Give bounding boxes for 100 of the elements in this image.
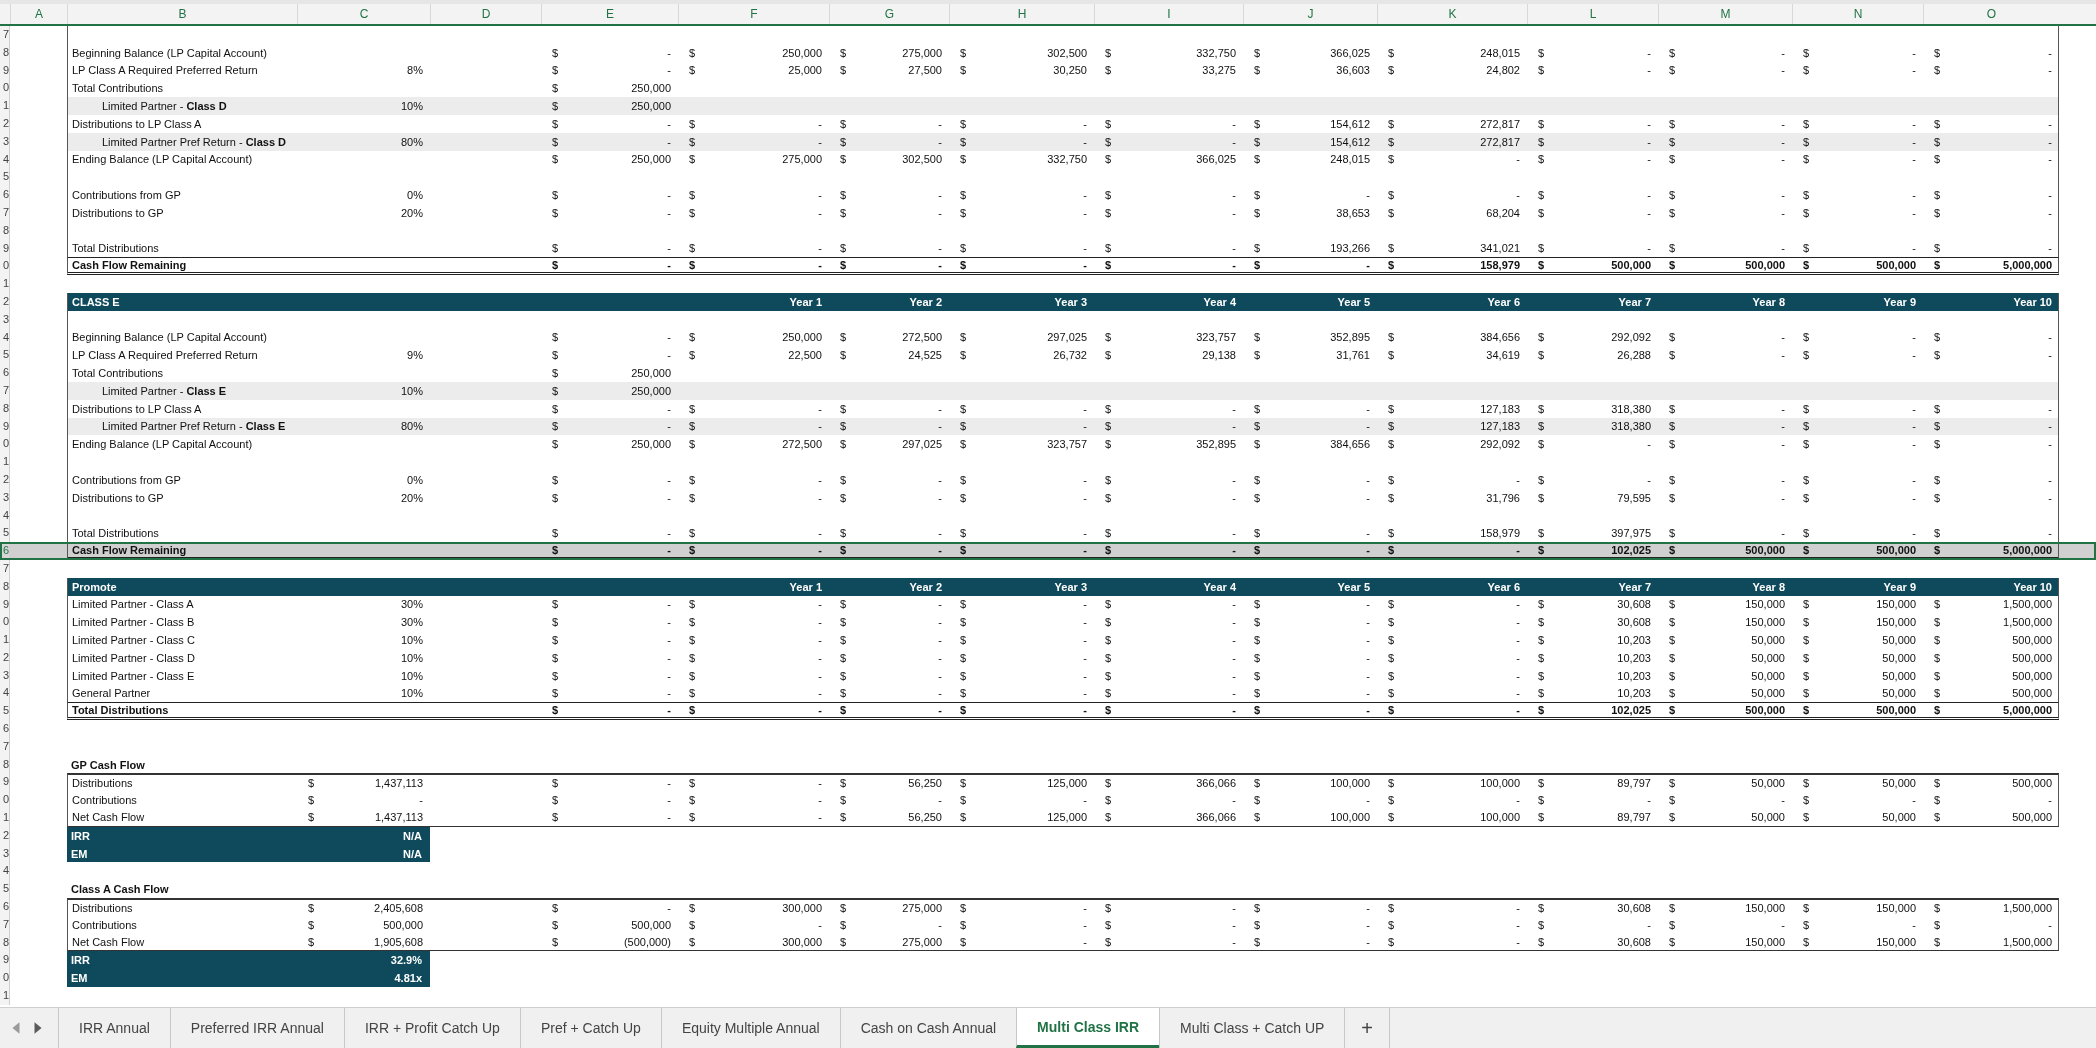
- row-number[interactable]: 4: [0, 328, 10, 347]
- row-number[interactable]: 1: [0, 631, 10, 649]
- sheet-row[interactable]: 1 Limited Partner - Class D 10% $ 250,000: [0, 97, 2096, 115]
- sheet-row[interactable]: 0 Ending Balance (LP Capital Account) $ 250,000 $ 272,500 $ 297,025 $ 323,757 $ 352,895 $ 384,656 $ 292,092 $ - $ - $ - $ -: [0, 435, 2096, 454]
- row-number[interactable]: 4: [0, 506, 10, 525]
- column-header[interactable]: F: [678, 4, 829, 24]
- column-header[interactable]: K: [1377, 4, 1527, 24]
- row-number[interactable]: 6: [0, 186, 10, 204]
- row-number[interactable]: 7: [0, 203, 10, 222]
- row-number[interactable]: 3: [0, 310, 10, 329]
- row-number[interactable]: 7: [0, 559, 10, 578]
- row-number[interactable]: 3: [0, 488, 10, 507]
- column-header[interactable]: I: [1094, 4, 1243, 24]
- row-number[interactable]: 5: [0, 524, 10, 543]
- row-number[interactable]: 8: [0, 755, 10, 774]
- column-header[interactable]: B: [67, 4, 297, 24]
- sheet-row[interactable]: 4 Beginning Balance (LP Capital Account) $ - $ 250,000 $ 272,500 $ 297,025 $ 323,757 $ 352,895 $ 384,656 $ 292,092 $ - $ - $ -: [0, 328, 2096, 347]
- sheet-row[interactable]: 1: [0, 987, 2096, 1005]
- sheet-row[interactable]: 1: [0, 275, 2096, 293]
- sheet-row[interactable]: 2 Contributions from GP 0% $ - $ - $ - $ - $ - $ - $ - $ - $ - $ - $ -: [0, 470, 2096, 489]
- sheet-row[interactable]: 3 Limited Partner - Class E 10% $ - $ - $ - $ - $ - $ - $ - $ 10,203 $ 50,000 $ 50,000 $ 500,000: [0, 666, 2096, 685]
- scroll-right-icon[interactable]: [32, 1021, 44, 1035]
- row-number[interactable]: 9: [0, 61, 10, 80]
- sheet-row[interactable]: 8: [0, 221, 2096, 240]
- row-number[interactable]: 3: [0, 666, 10, 685]
- row-number[interactable]: 6: [0, 898, 10, 916]
- column-header[interactable]: H: [949, 4, 1094, 24]
- sheet-row[interactable]: 6: [0, 720, 2096, 738]
- row-number[interactable]: 1: [0, 275, 10, 293]
- row-number[interactable]: 8: [0, 933, 10, 952]
- sheet-row[interactable]: 6 Total Contributions $ 250,000: [0, 364, 2096, 382]
- sheet-row[interactable]: 0 Contributions $ - $ - $ - $ - $ - $ - $ - $ - $ - $ - $ - $ -: [0, 791, 2096, 810]
- row-number[interactable]: 7: [0, 915, 10, 934]
- sheet-tab[interactable]: Multi Class IRR: [1016, 1008, 1159, 1048]
- row-number[interactable]: 7: [0, 381, 10, 400]
- sheet-tab[interactable]: Equity Multiple Annual: [660, 1008, 840, 1048]
- row-number[interactable]: 9: [0, 239, 10, 258]
- row-number[interactable]: 0: [0, 613, 10, 632]
- column-header[interactable]: O: [1923, 4, 2059, 24]
- row-number[interactable]: 0: [0, 969, 10, 988]
- sheet-row[interactable]: 4 General Partner 10% $ - $ - $ - $ - $ - $ - $ - $ 10,203 $ 50,000 $ 50,000 $ 500,000: [0, 684, 2096, 703]
- row-number[interactable]: 6: [0, 364, 10, 382]
- sheet-row[interactable]: 3 Distributions to GP 20% $ - $ - $ - $ - $ - $ - $ 31,796 $ 79,595 $ - $ - $ -: [0, 488, 2096, 507]
- sheet-row[interactable]: 0 Cash Flow Remaining $ - $ - $ - $ - $ - $ - $ 158,979 $ 500,000 $ 500,000 $ 500,000 $ 5,000,000: [0, 257, 2096, 276]
- sheet-row[interactable]: 8 Distributions to LP Class A $ - $ - $ - $ - $ - $ - $ 127,183 $ 318,380 $ - $ - $ -: [0, 399, 2096, 418]
- column-header[interactable]: C: [297, 4, 430, 24]
- sheet-row[interactable]: 1 Limited Partner - Class C 10% $ - $ - $ - $ - $ - $ - $ - $ 10,203 $ 50,000 $ 50,000 $ 500,000: [0, 631, 2096, 649]
- row-number[interactable]: 3: [0, 844, 10, 863]
- sheet-row[interactable]: 5 LP Class A Required Preferred Return 9% $ - $ 22,500 $ 24,525 $ 26,732 $ 29,138 $ 31,761 $ 34,619 $ 26,288 $ - $ - $ -: [0, 346, 2096, 365]
- row-number[interactable]: 5: [0, 168, 10, 187]
- row-number[interactable]: 9: [0, 773, 10, 792]
- row-number[interactable]: 9: [0, 417, 10, 436]
- column-header[interactable]: M: [1658, 4, 1792, 24]
- row-number[interactable]: 0: [0, 79, 10, 98]
- sheet-row[interactable]: 7: [0, 559, 2096, 578]
- row-number[interactable]: 0: [0, 791, 10, 810]
- sheet-tab[interactable]: Pref + Catch Up: [519, 1008, 661, 1048]
- column-header[interactable]: L: [1527, 4, 1658, 24]
- column-header[interactable]: A: [10, 4, 67, 24]
- sheet-row[interactable]: 9 Limited Partner Pref Return - Class E 80% $ - $ - $ - $ - $ - $ - $ 127,183 $ 318,380 $ - $ - $ -: [0, 417, 2096, 436]
- row-number[interactable]: 8: [0, 43, 10, 62]
- sheet-row[interactable]: 0 EM 4.81x: [0, 969, 2096, 988]
- row-number[interactable]: 1: [0, 987, 10, 1005]
- row-number[interactable]: 7: [0, 26, 10, 44]
- sheet-row[interactable]: 8 GP Cash Flow: [0, 755, 2096, 774]
- sheet-row[interactable]: 3 Limited Partner Pref Return - Class D 80% $ - $ - $ - $ - $ - $ 154,612 $ 272,817 $ - $ - $ - $ -: [0, 132, 2096, 151]
- column-header[interactable]: N: [1792, 4, 1923, 24]
- row-number[interactable]: 4: [0, 684, 10, 703]
- sheet-row[interactable]: 4 Ending Balance (LP Capital Account) $ 250,000 $ 275,000 $ 302,500 $ 332,750 $ 366,025 $ 248,015 $ - $ - $ - $ - $ -: [0, 150, 2096, 169]
- sheet-tab[interactable]: IRR Annual: [58, 1008, 170, 1048]
- row-number[interactable]: 1: [0, 809, 10, 827]
- row-number[interactable]: 1: [0, 97, 10, 115]
- sheet-tab[interactable]: Preferred IRR Annual: [169, 1008, 344, 1048]
- sheet-row[interactable]: 7: [0, 737, 2096, 756]
- row-number[interactable]: 6: [0, 720, 10, 738]
- row-number[interactable]: 7: [0, 737, 10, 756]
- row-number[interactable]: 4: [0, 150, 10, 169]
- sheet-row[interactable]: 3: [0, 310, 2096, 329]
- column-header[interactable]: E: [541, 4, 678, 24]
- sheet-row[interactable]: 2 Distributions to LP Class A $ - $ - $ - $ - $ - $ 154,612 $ 272,817 $ - $ - $ - $ -: [0, 115, 2096, 133]
- row-number[interactable]: 8: [0, 577, 10, 596]
- column-header[interactable]: J: [1243, 4, 1377, 24]
- row-number[interactable]: 2: [0, 826, 10, 845]
- row-number[interactable]: 4: [0, 862, 10, 881]
- sheet-row[interactable]: 8 Promote Year 1 Year 2 Year 3 Year 4 Year 5 Year 6 Year 7 Year 8 Year 9 Year 10: [0, 577, 2096, 596]
- sheet-row[interactable]: 8 Beginning Balance (LP Capital Account) $ - $ 250,000 $ 275,000 $ 302,500 $ 332,750 $ 366,025 $ 248,015 $ - $ - $ - $ -: [0, 43, 2096, 62]
- row-number[interactable]: 8: [0, 399, 10, 418]
- sheet-row[interactable]: 2 Limited Partner - Class D 10% $ - $ - $ - $ - $ - $ - $ - $ 10,203 $ 50,000 $ 50,000 $ 500,000: [0, 648, 2096, 667]
- row-number[interactable]: 2: [0, 115, 10, 133]
- sheet-row[interactable]: 6 Cash Flow Remaining $ - $ - $ - $ - $ - $ - $ - $ 102,025 $ 500,000 $ 500,000 $ 5,000,000: [0, 542, 2096, 560]
- row-number[interactable]: 8: [0, 221, 10, 240]
- sheet-row[interactable]: 7 Contributions $ 500,000 $ 500,000 $ - $ - $ - $ - $ - $ - $ - $ - $ - $ -: [0, 915, 2096, 934]
- sheet-row[interactable]: 6 Contributions from GP 0% $ - $ - $ - $ - $ - $ - $ - $ - $ - $ - $ -: [0, 186, 2096, 204]
- row-number[interactable]: 1: [0, 453, 10, 471]
- sheet-tab[interactable]: Multi Class + Catch UP: [1159, 1008, 1345, 1048]
- sheet-row[interactable]: 5: [0, 168, 2096, 187]
- row-number[interactable]: 3: [0, 132, 10, 151]
- row-number[interactable]: 6: [0, 542, 10, 560]
- row-number[interactable]: 9: [0, 595, 10, 614]
- row-number[interactable]: 5: [0, 346, 10, 365]
